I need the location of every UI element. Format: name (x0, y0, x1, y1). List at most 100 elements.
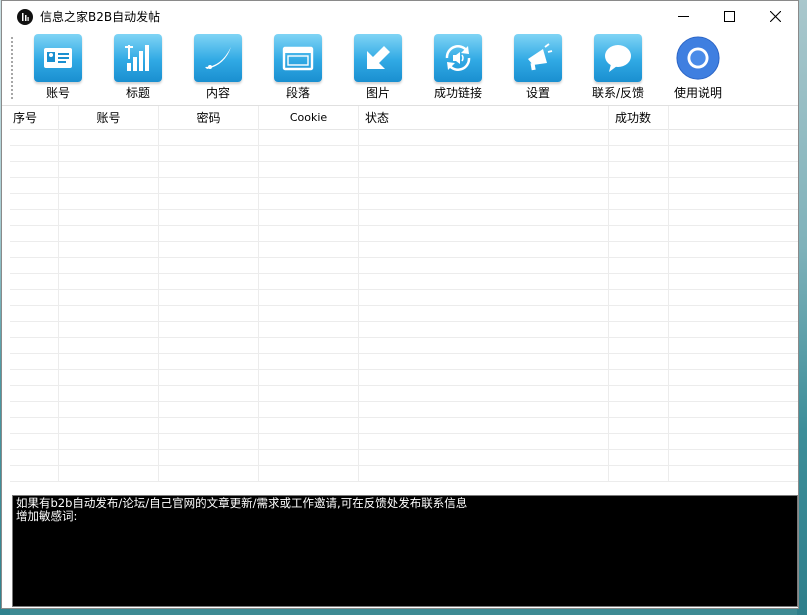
table-cell[interactable] (159, 178, 259, 193)
table-row[interactable] (10, 146, 798, 162)
table-cell[interactable] (10, 146, 59, 161)
table-row[interactable] (10, 402, 798, 418)
maximize-button[interactable] (706, 1, 752, 32)
table-cell[interactable] (59, 194, 159, 209)
table-cell[interactable] (669, 130, 798, 145)
table-cell[interactable] (10, 290, 59, 305)
table-cell[interactable] (159, 210, 259, 225)
table-cell[interactable] (609, 386, 669, 401)
column-header-password[interactable]: 密码 (159, 106, 259, 130)
table-cell[interactable] (59, 290, 159, 305)
table-row[interactable] (10, 338, 798, 354)
table-cell[interactable] (159, 402, 259, 417)
table-cell[interactable] (159, 258, 259, 273)
table-cell[interactable] (159, 322, 259, 337)
table-cell[interactable] (259, 306, 359, 321)
table-cell[interactable] (669, 178, 798, 193)
table-cell[interactable] (59, 146, 159, 161)
table-cell[interactable] (609, 258, 669, 273)
toolbar-button-image[interactable]: 图片 (340, 34, 416, 102)
table-row[interactable] (10, 242, 798, 258)
table-cell[interactable] (59, 130, 159, 145)
table-cell[interactable] (609, 338, 669, 353)
title-bar[interactable]: 信息之家B2B自动发帖 (2, 1, 798, 32)
table-row[interactable] (10, 386, 798, 402)
table-cell[interactable] (59, 226, 159, 241)
table-row[interactable] (10, 226, 798, 242)
table-cell[interactable] (159, 338, 259, 353)
table-cell[interactable] (159, 194, 259, 209)
table-cell[interactable] (609, 466, 669, 481)
table-cell[interactable] (359, 258, 609, 273)
table-cell[interactable] (59, 306, 159, 321)
table-row[interactable] (10, 370, 798, 386)
table-row[interactable] (10, 130, 798, 146)
table-cell[interactable] (609, 370, 669, 385)
table-cell[interactable] (59, 354, 159, 369)
account-grid[interactable]: 序号 账号 密码 Cookie 状态 成功数 (10, 106, 798, 494)
table-cell[interactable] (10, 370, 59, 385)
table-cell[interactable] (609, 322, 669, 337)
table-cell[interactable] (359, 306, 609, 321)
table-cell[interactable] (669, 370, 798, 385)
table-cell[interactable] (259, 386, 359, 401)
table-cell[interactable] (159, 386, 259, 401)
table-cell[interactable] (59, 434, 159, 449)
table-cell[interactable] (59, 466, 159, 481)
table-cell[interactable] (259, 178, 359, 193)
table-cell[interactable] (259, 130, 359, 145)
table-cell[interactable] (359, 178, 609, 193)
table-cell[interactable] (669, 146, 798, 161)
table-cell[interactable] (609, 226, 669, 241)
toolbar-button-manual[interactable]: 使用说明 (660, 34, 736, 102)
table-row[interactable] (10, 258, 798, 274)
table-cell[interactable] (669, 434, 798, 449)
table-cell[interactable] (159, 162, 259, 177)
table-cell[interactable] (669, 162, 798, 177)
column-header-index[interactable]: 序号 (10, 106, 59, 130)
table-cell[interactable] (359, 434, 609, 449)
table-row[interactable] (10, 466, 798, 482)
column-header-status[interactable]: 状态 (359, 106, 609, 130)
table-cell[interactable] (159, 274, 259, 289)
table-cell[interactable] (159, 130, 259, 145)
table-cell[interactable] (259, 338, 359, 353)
table-cell[interactable] (10, 322, 59, 337)
table-cell[interactable] (359, 210, 609, 225)
table-row[interactable] (10, 434, 798, 450)
table-cell[interactable] (59, 274, 159, 289)
table-cell[interactable] (159, 450, 259, 465)
table-cell[interactable] (259, 274, 359, 289)
table-cell[interactable] (609, 306, 669, 321)
table-cell[interactable] (10, 162, 59, 177)
table-row[interactable] (10, 210, 798, 226)
table-cell[interactable] (10, 402, 59, 417)
table-row[interactable] (10, 178, 798, 194)
table-cell[interactable] (10, 466, 59, 481)
table-row[interactable] (10, 418, 798, 434)
table-cell[interactable] (10, 178, 59, 193)
table-cell[interactable] (609, 450, 669, 465)
toolbar-button-contact-feedback[interactable]: 联系/反馈 (580, 34, 656, 102)
table-cell[interactable] (159, 370, 259, 385)
table-cell[interactable] (10, 226, 59, 241)
table-cell[interactable] (259, 434, 359, 449)
table-cell[interactable] (669, 338, 798, 353)
table-cell[interactable] (669, 322, 798, 337)
toolbar-button-paragraph[interactable]: 段落 (260, 34, 336, 102)
table-cell[interactable] (359, 146, 609, 161)
table-cell[interactable] (609, 402, 669, 417)
table-cell[interactable] (10, 258, 59, 273)
table-cell[interactable] (159, 290, 259, 305)
table-cell[interactable] (609, 146, 669, 161)
table-cell[interactable] (10, 354, 59, 369)
table-cell[interactable] (10, 434, 59, 449)
table-cell[interactable] (59, 322, 159, 337)
table-cell[interactable] (669, 242, 798, 257)
table-cell[interactable] (609, 434, 669, 449)
table-cell[interactable] (259, 290, 359, 305)
table-cell[interactable] (669, 226, 798, 241)
table-cell[interactable] (359, 242, 609, 257)
table-cell[interactable] (259, 194, 359, 209)
toolbar-button-success-links[interactable]: 成功链接 (420, 34, 496, 102)
